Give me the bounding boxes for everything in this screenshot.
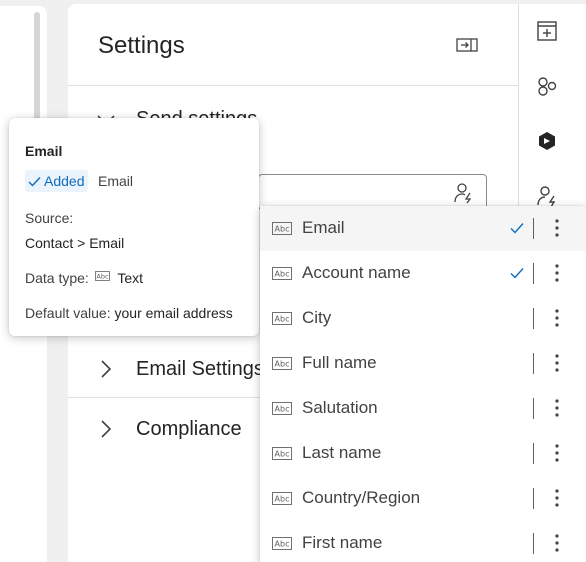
section-label: Email Settings xyxy=(136,358,264,380)
checkmark-icon xyxy=(510,268,524,279)
dropdown-item-label: City xyxy=(302,308,332,327)
abc-text-icon: Abc xyxy=(272,447,292,460)
more-vertical-icon[interactable] xyxy=(550,531,564,555)
dropdown-item-label: Last name xyxy=(302,443,382,462)
abc-text-icon: Abc xyxy=(272,402,292,415)
abc-text-icon: Abc xyxy=(272,492,292,505)
added-badge: Added xyxy=(25,170,89,192)
dropdown-item[interactable]: Abc Account name xyxy=(260,251,586,296)
more-vertical-icon[interactable] xyxy=(550,306,564,330)
divider xyxy=(533,398,534,419)
svg-text:Abc: Abc xyxy=(275,315,290,324)
dropdown-item-label: First name xyxy=(302,533,383,552)
add-section-icon[interactable] xyxy=(534,18,560,44)
chevron-right-icon xyxy=(101,360,112,378)
checkmark-icon xyxy=(510,223,524,234)
more-vertical-icon[interactable] xyxy=(550,486,564,510)
default-value-row: Default value: your email address xyxy=(25,305,233,321)
divider xyxy=(533,533,534,554)
dropdown-item[interactable]: Abc Country/Region xyxy=(260,476,586,521)
field-details-card: Email Added Email Source: Contact > Emai… xyxy=(9,118,259,336)
more-vertical-icon[interactable] xyxy=(550,396,564,420)
divider xyxy=(533,263,534,284)
dock-panel-icon[interactable] xyxy=(456,38,478,52)
dropdown-item-label: Email xyxy=(302,218,345,237)
divider xyxy=(533,218,534,239)
svg-text:Abc: Abc xyxy=(275,495,290,504)
checkmark-icon xyxy=(28,176,41,187)
abc-text-icon: Abc xyxy=(94,271,110,281)
more-vertical-icon[interactable] xyxy=(550,351,564,375)
data-type-label: Data type: xyxy=(25,270,89,286)
svg-text:Abc: Abc xyxy=(275,270,290,279)
card-title: Email xyxy=(25,143,63,159)
data-type-row: Data type: Abc Text xyxy=(25,270,143,286)
abc-text-icon: Abc xyxy=(272,537,292,550)
divider xyxy=(533,488,534,509)
elements-icon[interactable] xyxy=(534,73,560,99)
dropdown-item[interactable]: Abc City xyxy=(260,296,586,341)
dropdown-item[interactable]: Abc First name xyxy=(260,521,586,562)
settings-title: Settings xyxy=(98,32,185,59)
added-value: Email xyxy=(98,173,134,189)
added-label: Added xyxy=(44,173,85,189)
data-type-value: Text xyxy=(117,270,144,286)
dropdown-item-label: Country/Region xyxy=(302,488,421,507)
default-value: your email address xyxy=(114,305,233,321)
svg-text:Abc: Abc xyxy=(275,540,290,549)
dropdown-item[interactable]: Abc Email xyxy=(260,206,586,251)
copilot-icon[interactable] xyxy=(534,128,560,154)
svg-text:Abc: Abc xyxy=(275,405,290,414)
svg-text:Abc: Abc xyxy=(275,225,290,234)
abc-text-icon: Abc xyxy=(272,312,292,325)
dropdown-item-label: Full name xyxy=(302,353,377,372)
divider xyxy=(533,353,534,374)
dropdown-item-label: Account name xyxy=(302,263,411,282)
section-label: Compliance xyxy=(136,418,242,440)
more-vertical-icon[interactable] xyxy=(550,261,564,285)
abc-text-icon: Abc xyxy=(272,222,292,235)
dropdown-item[interactable]: Abc Last name xyxy=(260,431,586,476)
abc-text-icon: Abc xyxy=(272,267,292,280)
settings-header: Settings xyxy=(68,4,518,86)
chevron-right-icon xyxy=(101,420,112,438)
divider xyxy=(533,443,534,464)
dropdown-item[interactable]: Abc Salutation xyxy=(260,386,586,431)
abc-text-icon: Abc xyxy=(272,357,292,370)
field-dropdown: Abc Email Abc Account name Abc City Abc Full na… xyxy=(260,206,586,562)
more-vertical-icon[interactable] xyxy=(550,441,564,465)
svg-text:Abc: Abc xyxy=(275,360,290,369)
person-lightning-icon[interactable] xyxy=(453,182,475,204)
svg-text:Abc: Abc xyxy=(96,273,109,281)
source-label: Source: xyxy=(25,210,74,226)
dropdown-item[interactable]: Abc Full name xyxy=(260,341,586,386)
dropdown-item-label: Salutation xyxy=(302,398,378,417)
personalization-field-input[interactable] xyxy=(258,174,487,210)
more-vertical-icon[interactable] xyxy=(550,216,564,240)
divider xyxy=(533,308,534,329)
default-label: Default value: xyxy=(25,305,111,321)
source-value: Contact > Email xyxy=(25,235,125,251)
svg-text:Abc: Abc xyxy=(275,450,290,459)
left-scrollbar[interactable] xyxy=(34,12,40,122)
